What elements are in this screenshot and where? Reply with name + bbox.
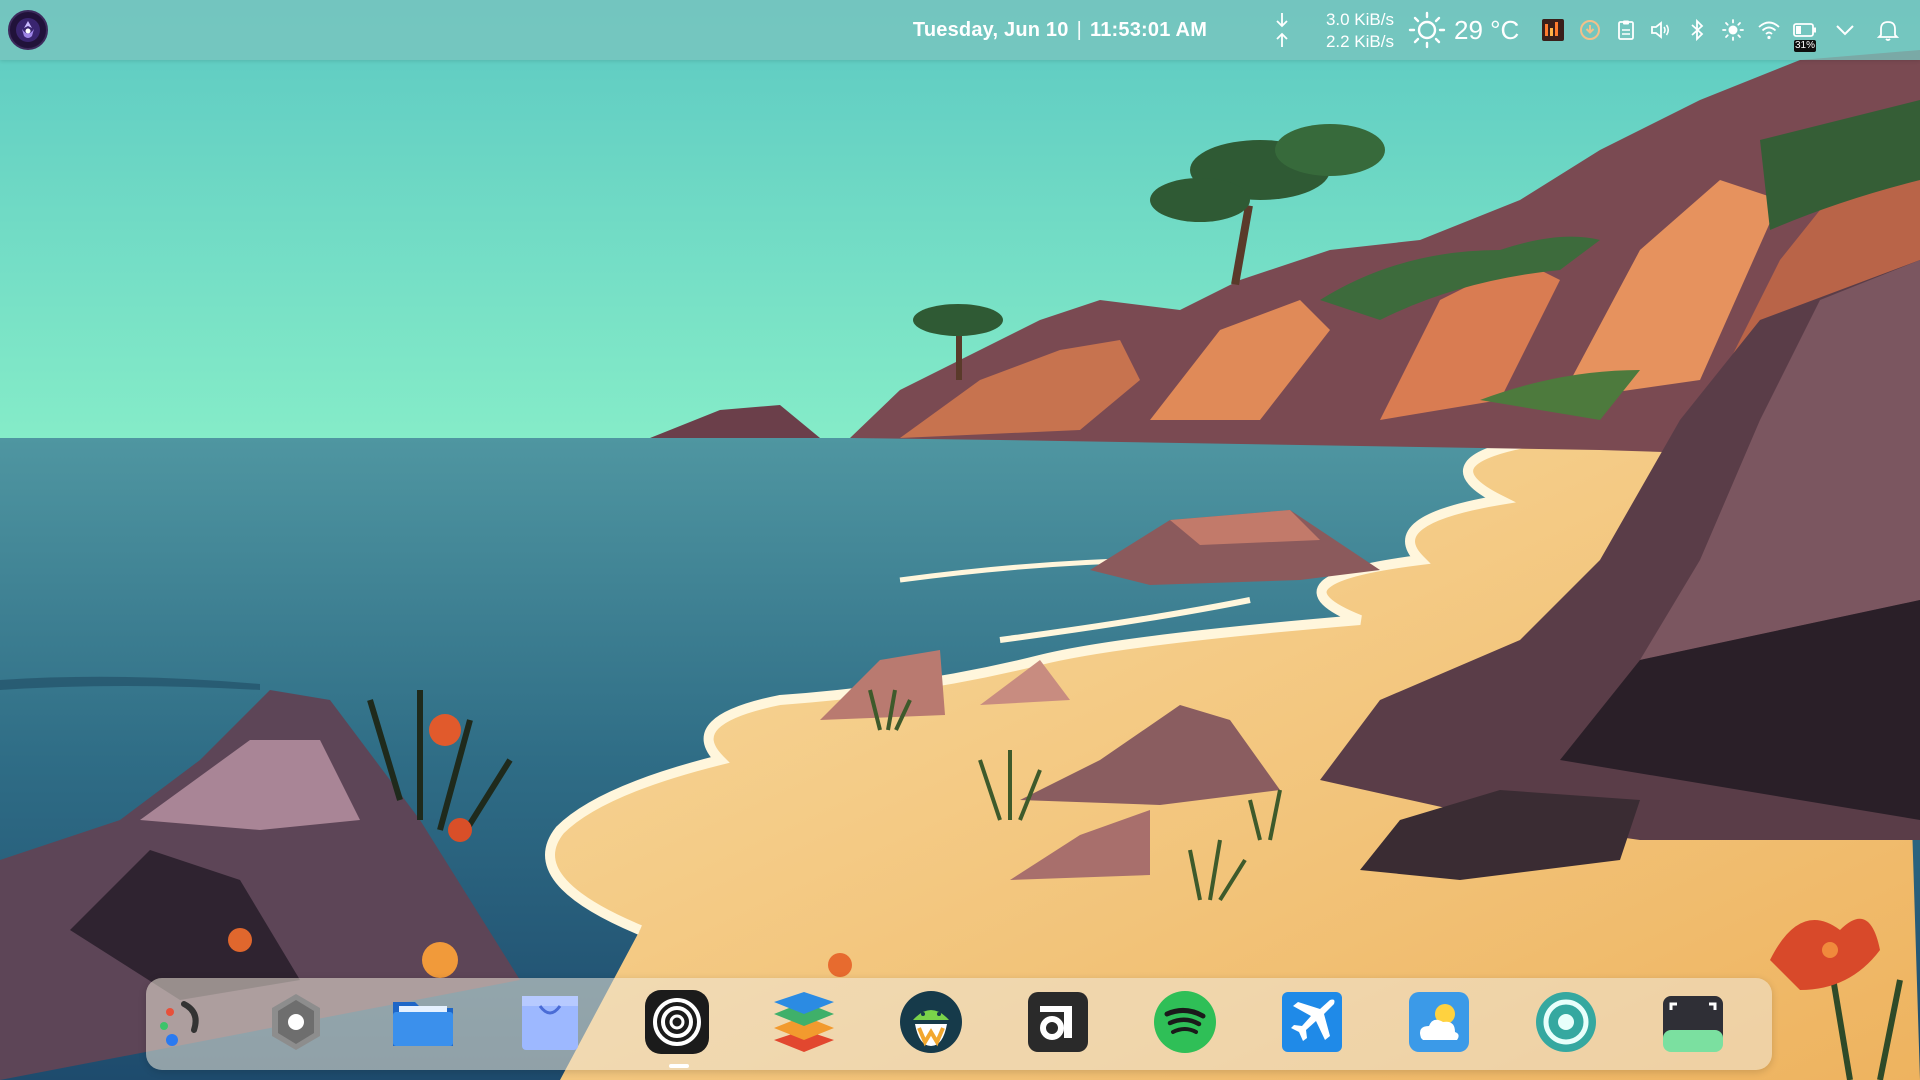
dock-item-files[interactable] — [387, 990, 459, 1060]
dock-item-spotify[interactable] — [1149, 990, 1221, 1060]
clock-separator: | — [1076, 18, 1082, 41]
dock-item-settings[interactable] — [260, 990, 332, 1060]
clipboard-icon[interactable] — [1614, 18, 1638, 42]
download-speed: 3.0 KiB/s — [1325, 10, 1394, 29]
sun-icon[interactable] — [1408, 11, 1446, 49]
dock — [146, 978, 1772, 1070]
network-arrows-icon — [1276, 13, 1288, 47]
update-icon[interactable] — [1578, 18, 1602, 42]
android-app-icon — [900, 991, 962, 1053]
dock-item-layers-app[interactable] — [768, 990, 840, 1060]
onion-app-icon — [645, 990, 709, 1054]
battery-percent: 31% — [1794, 40, 1816, 52]
dock-item-app-launcher[interactable] — [146, 990, 218, 1060]
brightness-icon[interactable] — [1721, 18, 1745, 42]
desktop-wallpaper — [0, 0, 1920, 1080]
clock-date: Tuesday, Jun 10 — [912, 18, 1069, 41]
screenshot-app-icon — [1663, 996, 1723, 1052]
chevron-down-icon[interactable] — [1833, 18, 1857, 42]
dock-item-media-app[interactable] — [1022, 990, 1094, 1060]
dock-active-indicator — [669, 1064, 689, 1068]
bell-icon[interactable] — [1876, 18, 1900, 42]
clock-time: 11:53:01 AM — [1089, 18, 1208, 41]
dock-item-android-app[interactable] — [895, 990, 967, 1060]
files-icon — [393, 1002, 453, 1046]
battery-icon[interactable] — [1793, 18, 1817, 42]
layers-app-icon — [774, 992, 834, 1052]
network-speed[interactable]: 3.0 KiB/s 2.2 KiB/s — [1298, 9, 1394, 53]
system-monitor-icon[interactable] — [1541, 18, 1565, 42]
media-app-icon — [1028, 992, 1088, 1052]
app-menu-button[interactable] — [8, 10, 48, 50]
app-menu-icon — [16, 18, 40, 42]
dock-item-weather-app[interactable] — [1403, 990, 1475, 1060]
panel-clock[interactable]: Tuesday, Jun 10 | 11:53:01 AM — [780, 0, 1340, 60]
weather-app-icon — [1409, 992, 1469, 1052]
upload-speed: 2.2 KiB/s — [1325, 32, 1394, 51]
spotify-icon — [1154, 991, 1216, 1053]
app-launcher-icon — [160, 1001, 199, 1046]
dock-item-screenshot-app[interactable] — [1657, 990, 1729, 1060]
top-panel: Tuesday, Jun 10 | 11:53:01 AM 3.0 KiB/s … — [0, 0, 1920, 60]
weather-temperature[interactable]: 29 °C — [1454, 14, 1519, 46]
settings-icon — [272, 994, 320, 1050]
system-app-icon — [1536, 992, 1596, 1052]
dock-item-flight-app[interactable] — [1276, 990, 1348, 1060]
volume-icon[interactable] — [1649, 18, 1673, 42]
dock-item-system-app[interactable] — [1530, 990, 1602, 1060]
dock-item-store[interactable] — [514, 990, 586, 1060]
flight-app-icon — [1282, 992, 1342, 1052]
wifi-icon[interactable] — [1757, 18, 1781, 42]
store-icon — [522, 996, 578, 1050]
bluetooth-icon[interactable] — [1685, 18, 1709, 42]
dock-item-onion-app[interactable] — [641, 990, 713, 1060]
